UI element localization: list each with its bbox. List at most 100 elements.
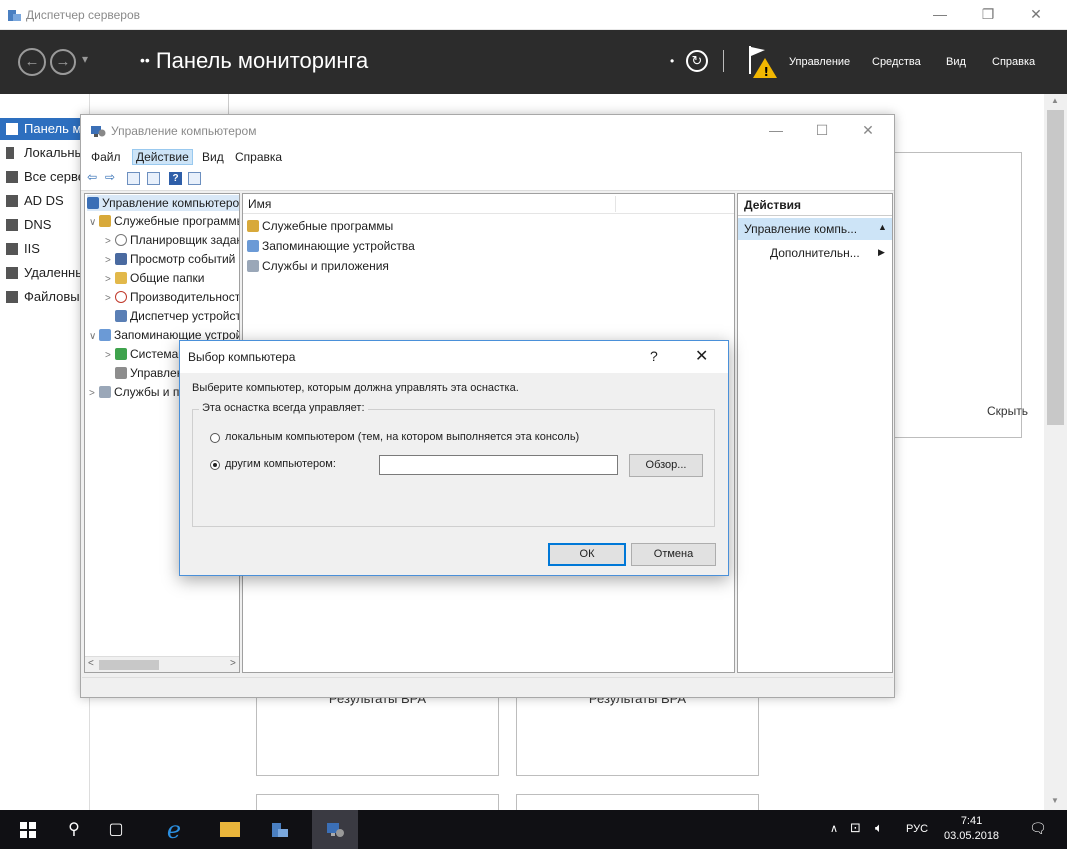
menu-manage[interactable]: Управление [789,56,850,68]
show-hide-tree-icon[interactable] [127,172,140,185]
pane-divider [228,94,229,114]
tree-item-performance[interactable]: > Производительность [105,289,239,307]
back-button[interactable]: ← [18,48,46,76]
actions-more[interactable]: Дополнительн... ▶ [770,246,885,260]
forward-button[interactable]: → [50,49,76,75]
server-manager-taskbar-icon[interactable] [270,820,290,840]
collapse-icon[interactable]: ∨ [89,329,99,345]
tree-item-shared-folders[interactable]: > Общие папки [105,270,204,286]
minimize-button[interactable]: — [925,6,955,22]
collapse-icon[interactable]: ∨ [89,215,99,231]
menu-file[interactable]: Файл [91,150,121,164]
notifications-flag-icon[interactable]: ! [745,44,779,80]
vertical-scrollbar[interactable]: ▲ ▼ [1044,94,1067,810]
scroll-left-icon[interactable]: < [88,658,94,669]
scroll-up-icon[interactable]: ▲ [1051,96,1059,105]
dns-icon [6,219,18,231]
internet-explorer-icon[interactable]: e [164,818,184,842]
scrollbar-thumb[interactable] [99,660,159,670]
cm-minimize-button[interactable]: — [761,122,791,138]
clock[interactable]: 7:41 03.05.2018 [944,814,999,844]
nav-item-local-server[interactable]: Локальный сервер [0,142,90,164]
scrollbar-thumb[interactable] [1047,110,1064,425]
tree-item-computer-management[interactable]: Управление компьютером (локальным) [87,195,239,211]
nav-item-iis[interactable]: IIS [0,238,90,260]
computer-mgmt-taskbar-button[interactable] [312,810,358,849]
list-item[interactable]: Служебные программы [247,218,393,234]
list-item[interactable]: Запоминающие устройства [247,238,415,254]
radio-local-label[interactable]: локальным компьютером (тем, на котором в… [225,431,579,443]
search-icon[interactable]: ⚲ [64,820,84,840]
radio-other-computer[interactable] [210,460,220,470]
dialog-help-button[interactable]: ? [650,348,658,364]
services-icon [99,386,111,398]
hide-link[interactable]: Скрыть [987,404,1028,418]
tree-item-task-scheduler[interactable]: >Планировщик заданий [105,232,239,250]
menu-action[interactable]: Действие [132,149,193,165]
cm-close-button[interactable]: ✕ [853,122,883,139]
collapse-up-icon[interactable]: ▲ [878,222,887,232]
dialog-close-button[interactable]: ✕ [695,346,708,366]
export-list-icon[interactable] [147,172,160,185]
start-button[interactable] [20,822,36,838]
forward-arrow-icon[interactable]: ⇨ [105,170,115,184]
list-item[interactable]: Службы и приложения [247,258,389,274]
task-view-icon[interactable]: ▢ [106,820,126,840]
tree-item-event-viewer[interactable]: > Просмотр событий [105,251,235,267]
back-arrow-icon[interactable]: ⇦ [87,170,97,184]
volume-muted-icon[interactable]: 🔈︎ [875,820,883,836]
expand-icon[interactable]: > [105,348,115,364]
expand-icon[interactable]: > [105,234,115,250]
refresh-icon[interactable]: ↻ [686,50,708,72]
welcome-tile: Скрыть [892,152,1028,438]
tree-horizontal-scrollbar[interactable]: < > [85,656,239,672]
nav-item-remote-access[interactable]: Удаленный доступ [0,262,90,284]
file-explorer-icon[interactable] [220,822,240,837]
refresh-dropdown-icon[interactable]: • [670,54,674,68]
menu-help[interactable]: Справка [235,150,282,164]
menu-tools[interactable]: Средства [872,56,921,68]
show-hidden-icons[interactable]: ∧ [830,822,838,835]
properties-icon[interactable] [188,172,201,185]
close-button[interactable]: ✕ [1021,6,1051,23]
help-icon[interactable]: ? [169,172,182,185]
computer-mgmt-icon [87,197,99,209]
cm-maximize-button[interactable]: ☐ [807,122,837,139]
history-dropdown-icon[interactable]: ▾ [82,52,88,66]
radio-other-label[interactable]: другим компьютером: [225,458,336,470]
breadcrumb-arrow-icon: •• [140,52,150,68]
cancel-button[interactable]: Отмена [631,543,716,566]
storage-icon [247,240,259,252]
expand-icon[interactable]: > [105,272,115,288]
menu-view[interactable]: Вид [946,56,966,68]
expand-icon[interactable]: > [105,291,115,307]
scroll-down-icon[interactable]: ▼ [1051,796,1059,805]
nav-item-dns[interactable]: DNS [0,214,90,236]
nav-item-ad-ds[interactable]: AD DS [0,190,90,212]
browse-button[interactable]: Обзор... [629,454,703,477]
radio-local-computer[interactable] [210,433,220,443]
scroll-right-icon[interactable]: > [230,658,236,669]
tree-item-system-tools[interactable]: ∨ Служебные программы [89,213,239,231]
server-manager-nav-pane: Панель мониторинга Локальный сервер Все … [0,94,90,810]
column-separator[interactable] [615,196,616,212]
nav-item-file-services[interactable]: Файловые службы [0,286,90,308]
menu-view[interactable]: Вид [202,150,224,164]
nav-item-all-servers[interactable]: Все серверы [0,166,90,188]
svg-text:!: ! [764,65,769,79]
actions-group-computer-management[interactable]: Управление компь... ▲ [738,218,892,240]
menu-help[interactable]: Справка [992,56,1035,68]
expand-icon[interactable]: > [105,253,115,269]
expand-icon[interactable]: > [89,386,99,402]
tree-item-device-manager[interactable]: Диспетчер устройств [105,308,239,324]
nav-item-dashboard[interactable]: Панель мониторинга [0,118,90,140]
input-language[interactable]: РУС [906,823,928,835]
network-icon[interactable]: ⊡ [850,820,861,836]
column-header-name[interactable]: Имя [248,197,271,211]
maximize-button[interactable]: ❐ [973,6,1003,23]
computer-name-input[interactable] [379,455,618,475]
action-center-icon[interactable]: 🗨︎ [1029,820,1047,837]
ok-button[interactable]: ОК [548,543,626,566]
device-manager-icon [115,310,127,322]
submenu-arrow-icon: ▶ [878,247,885,257]
